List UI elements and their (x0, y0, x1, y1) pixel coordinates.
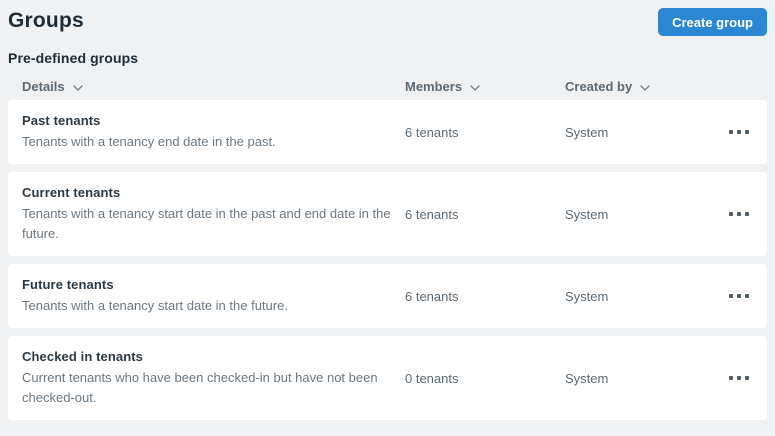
group-members-count: 6 tenants (405, 288, 459, 304)
more-actions-button[interactable] (725, 124, 753, 140)
group-description: Tenants with a tenancy start date in the… (22, 298, 288, 313)
ellipsis-icon (729, 294, 733, 298)
groups-page: Groups Create group Pre-defined groups D… (0, 0, 775, 436)
section-title: Pre-defined groups (8, 50, 139, 66)
group-row-checked-in-tenants[interactable]: Checked in tenants Current tenants who h… (8, 336, 767, 420)
group-details-cell: Future tenants Tenants with a tenancy st… (22, 276, 405, 316)
column-header-details[interactable]: Details (22, 79, 405, 94)
group-name: Current tenants (22, 185, 121, 200)
chevron-down-icon (640, 84, 650, 91)
group-members-count: 6 tenants (405, 124, 459, 140)
group-row-past-tenants[interactable]: Past tenants Tenants with a tenancy end … (8, 100, 767, 164)
group-members-count: 0 tenants (405, 370, 459, 386)
column-header-created-by[interactable]: Created by (565, 79, 713, 94)
more-actions-button[interactable] (725, 370, 753, 386)
create-group-button[interactable]: Create group (658, 8, 767, 36)
page-header: Groups Create group (8, 8, 767, 36)
group-row-future-tenants[interactable]: Future tenants Tenants with a tenancy st… (8, 264, 767, 328)
chevron-down-icon (470, 84, 480, 91)
group-created-by: System (565, 370, 609, 386)
group-name: Checked in tenants (22, 349, 143, 364)
group-name: Future tenants (22, 277, 114, 292)
page-title: Groups (8, 9, 84, 32)
group-description: Tenants with a tenancy end date in the p… (22, 134, 276, 149)
column-header-details-label: Details (22, 79, 65, 94)
group-details-cell: Past tenants Tenants with a tenancy end … (22, 112, 405, 152)
group-row-current-tenants[interactable]: Current tenants Tenants with a tenancy s… (8, 172, 767, 256)
more-actions-button[interactable] (725, 288, 753, 304)
column-header-created-by-label: Created by (565, 79, 633, 94)
group-description: Current tenants who have been checked-in… (22, 370, 378, 405)
group-created-by: System (565, 288, 609, 304)
more-actions-button[interactable] (725, 206, 753, 222)
ellipsis-icon (729, 130, 733, 134)
ellipsis-icon (729, 376, 733, 380)
table-header: Details Members Created by (8, 73, 767, 100)
group-name: Past tenants (22, 113, 101, 128)
group-created-by: System (565, 206, 609, 222)
group-actions-cell (713, 124, 753, 140)
group-description: Tenants with a tenancy start date in the… (22, 206, 391, 241)
group-actions-cell (713, 288, 753, 304)
group-actions-cell (713, 206, 753, 222)
group-members-count: 6 tenants (405, 206, 459, 222)
group-details-cell: Checked in tenants Current tenants who h… (22, 348, 405, 408)
column-header-members-label: Members (405, 79, 463, 94)
column-header-members[interactable]: Members (405, 79, 565, 94)
group-details-cell: Current tenants Tenants with a tenancy s… (22, 184, 405, 244)
group-created-by: System (565, 124, 609, 140)
ellipsis-icon (729, 212, 733, 216)
group-actions-cell (713, 370, 753, 386)
chevron-down-icon (72, 84, 83, 91)
